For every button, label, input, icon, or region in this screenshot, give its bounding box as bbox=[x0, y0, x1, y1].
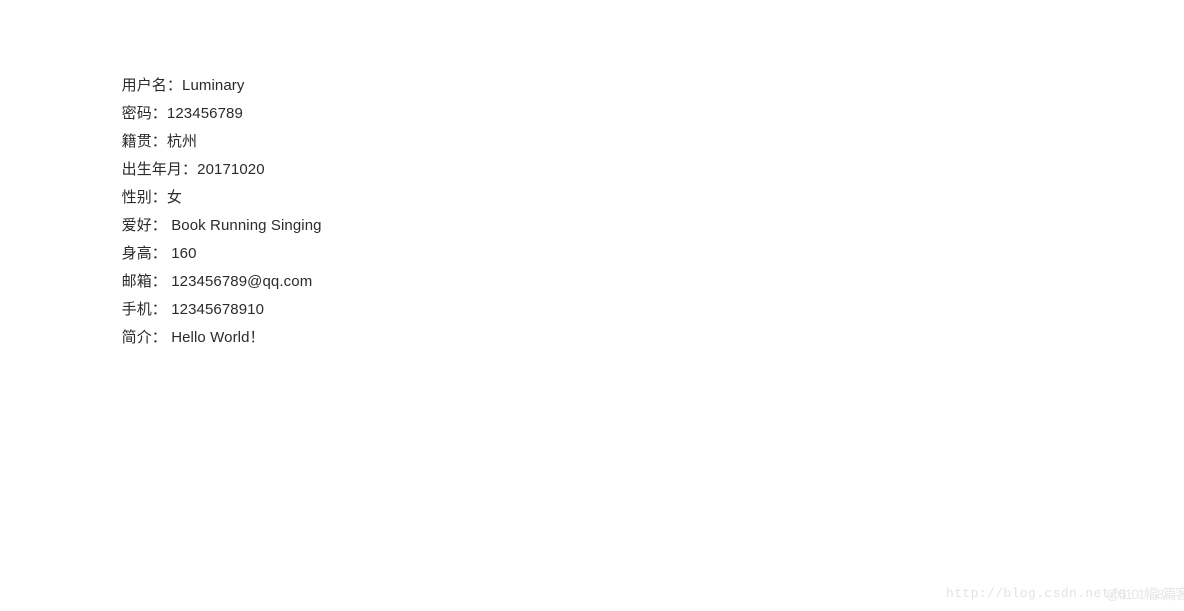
field-value-hobbies: Book Running Singing bbox=[171, 217, 322, 234]
field-value-bio: Hello World！ bbox=[171, 329, 265, 346]
field-label-hobbies: 爱好： bbox=[121, 217, 172, 234]
field-label-birthdate: 出生年月： bbox=[121, 161, 198, 178]
field-value-email: 123456789@qq.com bbox=[171, 273, 313, 290]
watermark: http://blog.csdn.net/q @5101幅8篇客 bbox=[946, 583, 1184, 605]
field-label-bio: 简介： bbox=[121, 329, 172, 346]
field-label-height: 身高： bbox=[121, 245, 172, 262]
field-value-username: Luminary bbox=[182, 77, 245, 94]
field-value-phone: 12345678910 bbox=[171, 301, 265, 318]
field-label-password: 密码： bbox=[121, 105, 167, 122]
field-value-gender: 女 bbox=[166, 189, 183, 206]
document-page: 用户名：Luminary 密码：123456789 籍贯：杭州 出生年月：201… bbox=[0, 0, 1184, 611]
field-value-hometown: 杭州 bbox=[166, 133, 198, 150]
field-value-birthdate: 20171020 bbox=[197, 161, 265, 178]
watermark-url-text: http://blog.csdn.net/q bbox=[946, 586, 1127, 601]
field-label-username: 用户名： bbox=[121, 77, 183, 94]
watermark-overlay-text: @5101幅8篇客 bbox=[1106, 586, 1184, 602]
field-label-gender: 性别： bbox=[121, 189, 167, 206]
field-value-height: 160 bbox=[171, 245, 197, 262]
user-profile-list: 用户名：Luminary 密码：123456789 籍贯：杭州 出生年月：201… bbox=[96, 44, 322, 346]
field-label-hometown: 籍贯： bbox=[121, 133, 167, 150]
field-value-password: 123456789 bbox=[166, 105, 243, 122]
field-label-phone: 手机： bbox=[121, 301, 172, 318]
profile-row: 用户名：Luminary bbox=[96, 44, 322, 94]
field-label-email: 邮箱： bbox=[121, 273, 172, 290]
